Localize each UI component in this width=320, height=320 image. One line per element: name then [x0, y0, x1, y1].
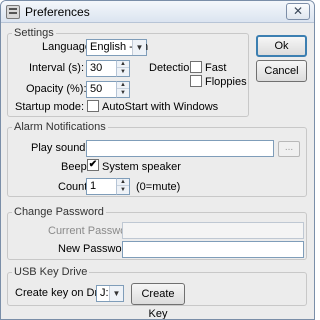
password-legend: Change Password [14, 206, 104, 218]
system-speaker-label: System speaker [102, 161, 181, 173]
title-bar[interactable]: Preferences ✕ [1, 1, 314, 23]
spin-down-icon[interactable]: ▼ [117, 187, 129, 194]
spin-up-icon[interactable]: ▲ [117, 61, 129, 68]
create-key-button[interactable]: Create Key [131, 283, 185, 319]
preferences-window: Preferences ✕ Settings Language: English… [0, 0, 315, 320]
settings-legend: Settings [14, 27, 54, 39]
spin-down-icon[interactable]: ▼ [117, 69, 129, 76]
cancel-button[interactable]: Cancel [256, 60, 307, 82]
language-select[interactable]: English - en ▼ [86, 39, 148, 56]
drive-value: J: [100, 287, 109, 299]
opacity-label: Opacity (%): [26, 83, 87, 95]
sound-file-input[interactable] [86, 140, 274, 157]
count-input[interactable]: 1 [86, 178, 117, 195]
opacity-spinner[interactable]: ▲ ▼ [116, 81, 130, 98]
window-title: Preferences [25, 5, 90, 19]
count-hint: (0=mute) [136, 181, 181, 193]
interval-label: Interval (s): [29, 62, 85, 74]
fast-checkbox[interactable] [190, 61, 202, 73]
startup-mode-label: Startup mode: [15, 101, 85, 113]
chevron-down-icon: ▼ [132, 40, 146, 55]
preferences-app-icon [6, 5, 20, 19]
beep-checkbox[interactable]: ✔ [87, 159, 99, 171]
spin-up-icon[interactable]: ▲ [117, 82, 129, 89]
close-button[interactable]: ✕ [286, 3, 310, 20]
autostart-checkbox[interactable] [87, 100, 99, 112]
fast-label: Fast [205, 62, 227, 74]
ok-button[interactable]: Ok [256, 35, 307, 57]
count-spinner[interactable]: ▲ ▼ [116, 178, 130, 195]
chevron-down-icon: ▼ [109, 286, 123, 301]
current-password-input[interactable] [122, 222, 304, 239]
interval-input[interactable]: 30 [86, 60, 117, 77]
alarm-legend: Alarm Notifications [14, 121, 106, 133]
spin-up-icon[interactable]: ▲ [117, 179, 129, 186]
floppies-checkbox[interactable] [190, 75, 202, 87]
autostart-label: AutoStart with Windows [102, 101, 219, 113]
beep-label: Beep: [61, 161, 90, 173]
interval-spinner[interactable]: ▲ ▼ [116, 60, 130, 77]
new-password-input[interactable] [122, 241, 304, 258]
usb-legend: USB Key Drive [14, 266, 88, 278]
spin-down-icon[interactable]: ▼ [117, 90, 129, 97]
floppies-label: Floppies [205, 76, 247, 88]
drive-select[interactable]: J: ▼ [96, 285, 124, 302]
opacity-input[interactable]: 50 [86, 81, 117, 98]
browse-sound-button[interactable]: ... [278, 141, 300, 157]
